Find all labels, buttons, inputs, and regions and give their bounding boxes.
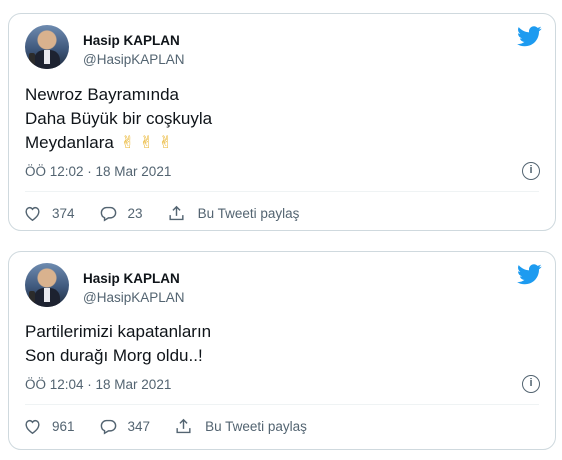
reply-icon — [100, 206, 116, 221]
twitter-bird-icon[interactable] — [517, 264, 542, 285]
avatar-shirt — [44, 288, 50, 302]
info-icon[interactable]: i — [522, 375, 540, 393]
author-handle[interactable]: @HasipKAPLAN — [83, 290, 185, 305]
avatar-shirt — [44, 50, 50, 64]
share-button[interactable]: Bu Tweeti paylaş — [174, 417, 307, 436]
tweet-text: Newroz Bayramında Daha Büyük bir coşkuyl… — [25, 83, 212, 155]
avatar[interactable] — [25, 25, 69, 69]
author-name[interactable]: Hasip KAPLAN — [83, 271, 180, 286]
avatar[interactable] — [25, 263, 69, 307]
tweet-card[interactable]: Hasip KAPLAN @HasipKAPLAN Partilerimizi … — [8, 251, 556, 450]
tweet-text: Partilerimizi kapatanların Son durağı Mo… — [25, 322, 212, 365]
reply-icon — [100, 419, 116, 434]
share-button[interactable]: Bu Tweeti paylaş — [167, 204, 300, 223]
like-count: 961 — [52, 418, 75, 434]
reply-count: 347 — [127, 418, 151, 434]
tweet-actions: 961 347 Bu Tweeti paylaş — [23, 415, 331, 437]
tweet-text-body: Newroz Bayramında Daha Büyük bir coşkuyl… — [25, 85, 213, 152]
reply-button[interactable]: 347 — [99, 417, 151, 436]
like-count: 374 — [52, 205, 75, 221]
tweet-timestamp[interactable]: ÖÖ 12:04 · 18 Mar 2021 — [25, 377, 171, 392]
twitter-bird-icon[interactable] — [517, 26, 542, 47]
avatar-mic — [29, 291, 35, 303]
share-icon — [169, 205, 184, 220]
reply-button[interactable]: 23 — [99, 204, 143, 223]
info-icon[interactable]: i — [522, 162, 540, 180]
tweet-timestamp[interactable]: ÖÖ 12:02 · 18 Mar 2021 — [25, 164, 171, 179]
author-handle[interactable]: @HasipKAPLAN — [83, 52, 185, 67]
victory-hand-emoji: ✌ ✌ ✌ — [120, 133, 173, 152]
share-label: Bu Tweeti paylaş — [205, 418, 307, 434]
heart-icon — [25, 206, 40, 221]
heart-icon — [25, 419, 40, 434]
reply-count: 23 — [127, 205, 143, 221]
share-icon — [176, 418, 191, 433]
tweet-card[interactable]: Hasip KAPLAN @HasipKAPLAN Newroz Bayramı… — [8, 13, 556, 231]
tweet-actions: 374 23 Bu Tweeti paylaş — [23, 202, 323, 224]
like-button[interactable]: 961 — [23, 417, 75, 436]
avatar-mic — [29, 53, 35, 65]
divider — [25, 404, 539, 405]
share-label: Bu Tweeti paylaş — [197, 205, 300, 221]
author-name[interactable]: Hasip KAPLAN — [83, 33, 180, 48]
like-button[interactable]: 374 — [23, 204, 75, 223]
divider — [25, 191, 539, 192]
